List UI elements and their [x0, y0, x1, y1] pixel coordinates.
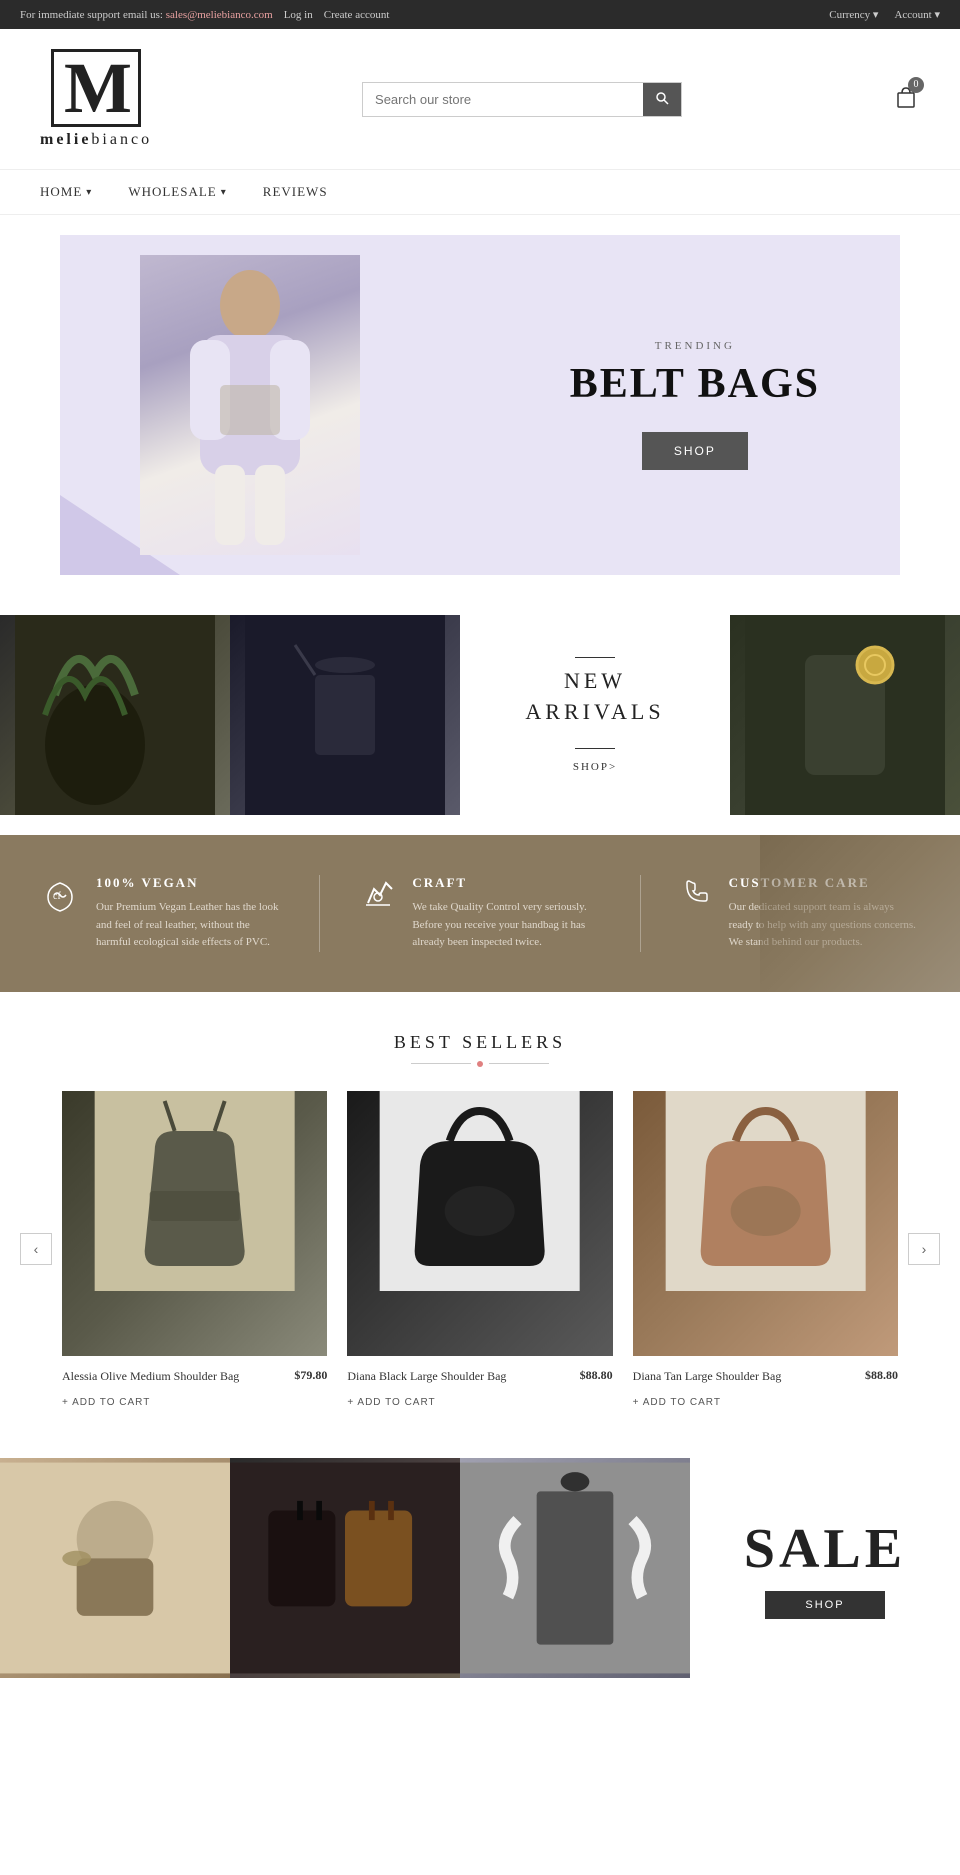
product-card-3[interactable]: Diana Tan Large Shoulder Bag $88.80 + AD… — [633, 1091, 898, 1408]
logo-brand2: bianco — [91, 131, 152, 148]
features-bar: cf 100% VEGAN Our Premium Vegan Leather … — [0, 835, 960, 992]
currency-selector[interactable]: Currency ▾ — [829, 8, 878, 21]
logo-text: meliebianco — [40, 131, 152, 149]
product-name-3: Diana Tan Large Shoulder Bag — [633, 1368, 782, 1385]
product-image-2 — [347, 1091, 612, 1356]
top-bar: For immediate support email us: sales@me… — [0, 0, 960, 29]
divider-dot — [477, 1061, 483, 1067]
craft-title: CRAFT — [412, 875, 599, 891]
header: M meliebianco 0 — [0, 29, 960, 170]
new-arrivals-image-1 — [0, 615, 230, 815]
products-carousel: ‹ Alessia Olive Medium Shoulder Bag $79.… — [20, 1091, 940, 1408]
nav-home[interactable]: HOME ▾ — [40, 184, 92, 200]
product-name-1: Alessia Olive Medium Shoulder Bag — [62, 1368, 239, 1385]
add-to-cart-2[interactable]: + ADD TO CART — [347, 1397, 435, 1408]
product-info-2: Diana Black Large Shoulder Bag $88.80 — [347, 1368, 612, 1391]
product-name-2: Diana Black Large Shoulder Bag — [347, 1368, 506, 1385]
svg-text:cf: cf — [53, 891, 61, 902]
chevron-down-icon: ▾ — [86, 187, 92, 198]
bottom-image-2 — [230, 1458, 460, 1678]
best-sellers-title: BEST SELLERS — [20, 1032, 940, 1053]
hero-shop-button[interactable]: SHOP — [642, 432, 748, 470]
product-price-2: $88.80 — [580, 1368, 613, 1383]
feature-craft: CRAFT We take Quality Control very serio… — [360, 875, 599, 952]
product-price-1: $79.80 — [294, 1368, 327, 1383]
bottom-image-1 — [0, 1458, 230, 1678]
bottom-image-3 — [460, 1458, 690, 1678]
cart-icon-wrap[interactable]: 0 — [892, 83, 920, 116]
new-arrivals-image-3 — [730, 615, 960, 815]
sale-section: SALE shop — [690, 1458, 960, 1678]
section-divider — [20, 1061, 940, 1067]
search-icon — [655, 91, 669, 105]
search-button[interactable] — [643, 83, 681, 116]
bottom-section: SALE shop — [0, 1458, 960, 1678]
new-arrivals-text: NEW ARRIVALS SHOP> — [460, 615, 730, 815]
product-info-3: Diana Tan Large Shoulder Bag $88.80 — [633, 1368, 898, 1391]
login-link[interactable]: Log in — [284, 9, 313, 21]
add-to-cart-3[interactable]: + ADD TO CART — [633, 1397, 721, 1408]
logo-brand: melie — [40, 131, 91, 148]
features-bg — [760, 835, 960, 992]
product-price-3: $88.80 — [865, 1368, 898, 1383]
feature-divider-2 — [640, 875, 641, 952]
best-sellers-section: BEST SELLERS ‹ Alessia Olive Medium S — [0, 992, 960, 1448]
logo-letter: M — [51, 49, 141, 127]
nav-reviews[interactable]: REVIEWS — [263, 184, 328, 200]
new-arrivals-shop-link[interactable]: SHOP> — [573, 761, 617, 773]
product-card-2[interactable]: Diana Black Large Shoulder Bag $88.80 + … — [347, 1091, 612, 1408]
new-arrivals-section: NEW ARRIVALS SHOP> — [0, 615, 960, 815]
feature-divider-1 — [319, 875, 320, 952]
phone-icon — [681, 875, 713, 915]
cart-count: 0 — [908, 77, 924, 93]
hero-title: BELT BAGS — [570, 360, 820, 408]
model-svg — [140, 255, 360, 555]
products-grid: Alessia Olive Medium Shoulder Bag $79.80… — [52, 1091, 908, 1408]
sale-shop-button[interactable]: shop — [765, 1591, 884, 1619]
nav-wholesale[interactable]: WHOLESALE ▾ — [128, 184, 226, 200]
divider-bottom — [575, 748, 615, 749]
feature-vegan: cf 100% VEGAN Our Premium Vegan Leather … — [40, 875, 279, 952]
product-info-1: Alessia Olive Medium Shoulder Bag $79.80 — [62, 1368, 327, 1391]
main-nav: HOME ▾ WHOLESALE ▾ REVIEWS — [0, 170, 960, 215]
vegan-desc: Our Premium Vegan Leather has the look a… — [96, 899, 279, 952]
carousel-prev-button[interactable]: ‹ — [20, 1233, 52, 1265]
search-input[interactable] — [363, 84, 643, 115]
chevron-down-icon: ▾ — [221, 187, 227, 198]
add-to-cart-1[interactable]: + ADD TO CART — [62, 1397, 150, 1408]
divider-top — [575, 657, 615, 658]
create-account-link[interactable]: Create account — [324, 9, 390, 21]
search-form — [362, 82, 682, 117]
new-arrivals-image-2 — [230, 615, 460, 815]
craft-icon — [360, 875, 396, 919]
hero-banner: TRENDING BELT BAGS SHOP — [60, 235, 900, 575]
product-image-3 — [633, 1091, 898, 1356]
account-selector[interactable]: Account ▾ — [894, 8, 940, 21]
product-image-1 — [62, 1091, 327, 1356]
carousel-next-button[interactable]: › — [908, 1233, 940, 1265]
hero-trending-label: TRENDING — [570, 340, 820, 352]
support-text: For immediate support email us: sales@me… — [20, 9, 389, 21]
top-bar-right: Currency ▾ Account ▾ — [829, 8, 940, 21]
sale-text: SALE — [744, 1517, 906, 1581]
new-arrivals-title: NEW ARRIVALS — [525, 666, 664, 728]
logo[interactable]: M meliebianco — [40, 49, 152, 149]
vegan-title: 100% VEGAN — [96, 875, 279, 891]
craft-desc: We take Quality Control very seriously. … — [412, 899, 599, 952]
vegan-icon: cf — [40, 875, 80, 923]
hero-model-image — [140, 255, 360, 555]
support-email[interactable]: sales@meliebianco.com — [166, 9, 273, 21]
product-card-1[interactable]: Alessia Olive Medium Shoulder Bag $79.80… — [62, 1091, 327, 1408]
hero-text: TRENDING BELT BAGS SHOP — [570, 340, 820, 470]
